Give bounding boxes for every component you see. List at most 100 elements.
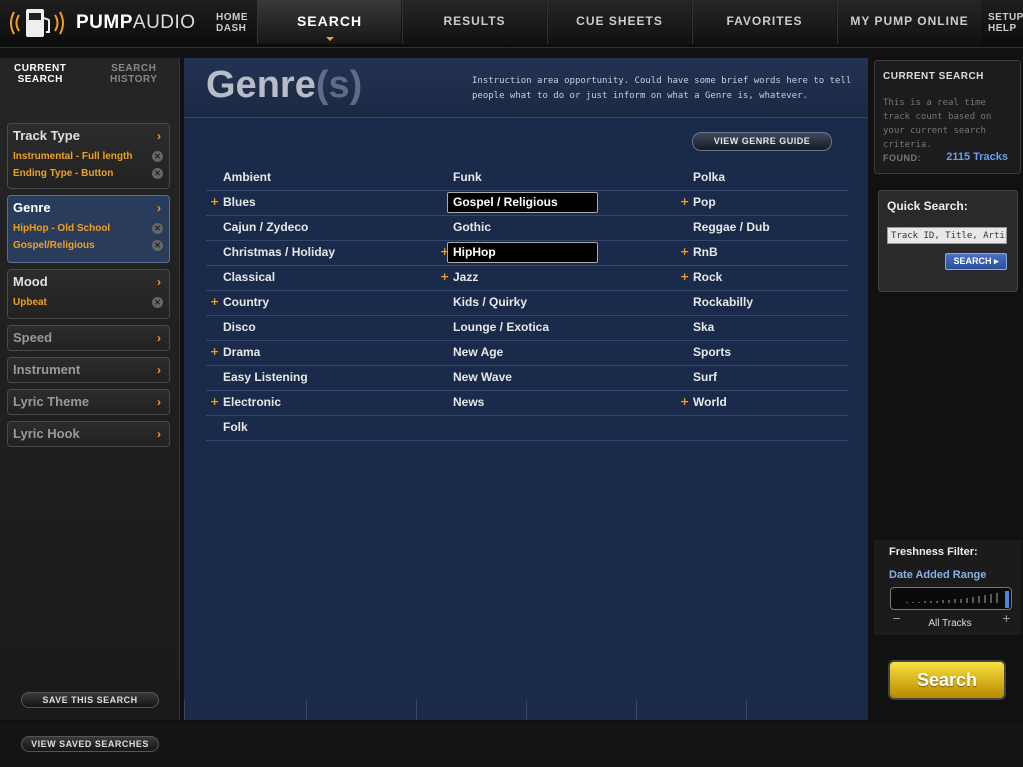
genre-option[interactable]: + Pop	[676, 191, 890, 215]
genre-label[interactable]: Lounge / Exotica	[453, 320, 549, 334]
tab-my-pump-online[interactable]: MY PUMP ONLINE	[837, 0, 981, 44]
category-lyric-hook[interactable]: Lyric Hook ›	[7, 421, 170, 447]
genre-option[interactable]: Kids / Quirky	[436, 291, 650, 315]
remove-icon[interactable]: ✕	[152, 168, 163, 179]
genre-option[interactable]: + Electronic	[206, 391, 420, 415]
slider-handle[interactable]	[1005, 591, 1009, 608]
expand-plus-icon[interactable]: +	[680, 195, 689, 208]
genre-label[interactable]: Reggae / Dub	[693, 220, 770, 234]
genre-option[interactable]: + Drama	[206, 341, 420, 365]
brand-logo[interactable]: PUMPAUDIO	[6, 6, 196, 40]
genre-option[interactable]: Funk	[436, 166, 650, 190]
tab-cue-sheets[interactable]: CUE SHEETS	[547, 0, 691, 44]
expand-plus-icon[interactable]: +	[680, 395, 689, 408]
genre-option[interactable]: New Wave	[436, 366, 650, 390]
category-speed[interactable]: Speed ›	[7, 325, 170, 351]
genre-option[interactable]: + RnB	[676, 241, 890, 265]
view-genre-guide-button[interactable]: VIEW GENRE GUIDE	[692, 132, 832, 151]
genre-label[interactable]: Gothic	[453, 220, 491, 234]
genre-option[interactable]: + Jazz	[436, 266, 650, 290]
genre-label[interactable]: World	[693, 395, 727, 409]
quick-search-button[interactable]: SEARCH ▸	[945, 253, 1007, 270]
tab-search-history[interactable]: SEARCH HISTORY	[110, 63, 157, 85]
expand-plus-icon[interactable]: +	[440, 270, 449, 283]
genre-label[interactable]: Blues	[223, 195, 256, 209]
remove-icon[interactable]: ✕	[152, 297, 163, 308]
genre-label[interactable]: Ska	[693, 320, 714, 334]
genre-label[interactable]: Jazz	[453, 270, 478, 284]
tab-favorites[interactable]: FAVORITES	[692, 0, 836, 44]
genre-label[interactable]: HipHop	[447, 242, 598, 263]
genre-option[interactable]: Ambient	[206, 166, 420, 190]
genre-label[interactable]: Gospel / Religious	[447, 192, 598, 213]
view-saved-searches-button[interactable]: VIEW SAVED SEARCHES	[21, 736, 159, 752]
genre-option[interactable]: Cajun / Zydeco	[206, 216, 420, 240]
save-search-button[interactable]: SAVE THIS SEARCH	[21, 692, 159, 708]
genre-label[interactable]: Drama	[223, 345, 260, 359]
category-instrument[interactable]: Instrument ›	[7, 357, 170, 383]
genre-label[interactable]: Kids / Quirky	[453, 295, 527, 309]
genre-label[interactable]: Polka	[693, 170, 725, 184]
expand-plus-icon[interactable]: +	[210, 345, 219, 358]
setup-help-link[interactable]: SETUP HELP	[988, 12, 1023, 34]
genre-option[interactable]: + HipHop	[436, 241, 650, 265]
expand-plus-icon[interactable]: +	[210, 195, 219, 208]
genre-option[interactable]: + Blues	[206, 191, 420, 215]
genre-option[interactable]: Easy Listening	[206, 366, 420, 390]
genre-option[interactable]: Ska	[676, 316, 890, 340]
genre-label[interactable]: RnB	[693, 245, 718, 259]
genre-option[interactable]: + Country	[206, 291, 420, 315]
genre-label[interactable]: Classical	[223, 270, 275, 284]
genre-label[interactable]: Sports	[693, 345, 731, 359]
category-header[interactable]: Lyric Theme ›	[8, 390, 169, 414]
genre-label[interactable]: New Wave	[453, 370, 512, 384]
genre-option[interactable]: Disco	[206, 316, 420, 340]
category-header[interactable]: Mood ›	[8, 270, 169, 294]
quick-search-input[interactable]	[887, 227, 1007, 244]
category-header[interactable]: Genre ›	[8, 196, 169, 220]
genre-option[interactable]: Gospel / Religious	[436, 191, 650, 215]
genre-label[interactable]: News	[453, 395, 484, 409]
genre-option[interactable]: New Age	[436, 341, 650, 365]
tab-current-search[interactable]: CURRENT SEARCH	[14, 63, 66, 85]
expand-plus-icon[interactable]: +	[680, 270, 689, 283]
genre-option[interactable]: Christmas / Holiday	[206, 241, 420, 265]
expand-plus-icon[interactable]: +	[210, 395, 219, 408]
genre-option[interactable]: + World	[676, 391, 890, 415]
genre-label[interactable]: Christmas / Holiday	[223, 245, 335, 259]
genre-option[interactable]: Classical	[206, 266, 420, 290]
remove-icon[interactable]: ✕	[152, 223, 163, 234]
genre-option[interactable]: Lounge / Exotica	[436, 316, 650, 340]
date-range-slider[interactable]	[890, 587, 1012, 610]
tab-results[interactable]: RESULTS	[402, 0, 546, 44]
category-lyric-theme[interactable]: Lyric Theme ›	[7, 389, 170, 415]
genre-label[interactable]: Ambient	[223, 170, 271, 184]
genre-label[interactable]: Electronic	[223, 395, 281, 409]
genre-label[interactable]: Pop	[693, 195, 716, 209]
category-header[interactable]: Instrument ›	[8, 358, 169, 382]
genre-option[interactable]: Surf	[676, 366, 890, 390]
genre-option[interactable]: Reggae / Dub	[676, 216, 890, 240]
expand-plus-icon[interactable]: +	[210, 295, 219, 308]
genre-label[interactable]: Country	[223, 295, 269, 309]
genre-option[interactable]: Folk	[206, 416, 420, 440]
genre-label[interactable]: Rockabilly	[693, 295, 753, 309]
search-button[interactable]: Search	[888, 660, 1006, 700]
category-header[interactable]: Lyric Hook ›	[8, 422, 169, 446]
genre-option[interactable]: + Rock	[676, 266, 890, 290]
genre-option[interactable]: News	[436, 391, 650, 415]
tab-search[interactable]: SEARCH	[257, 0, 401, 44]
genre-label[interactable]: Folk	[223, 420, 248, 434]
home-dash-link[interactable]: HOME DASH	[216, 12, 248, 34]
genre-label[interactable]: Rock	[693, 270, 722, 284]
genre-option[interactable]: Gothic	[436, 216, 650, 240]
genre-label[interactable]: Funk	[453, 170, 482, 184]
genre-option[interactable]: Sports	[676, 341, 890, 365]
remove-icon[interactable]: ✕	[152, 151, 163, 162]
genre-option[interactable]: Rockabilly	[676, 291, 890, 315]
genre-label[interactable]: Surf	[693, 370, 717, 384]
remove-icon[interactable]: ✕	[152, 240, 163, 251]
genre-label[interactable]: Easy Listening	[223, 370, 308, 384]
expand-plus-icon[interactable]: +	[680, 245, 689, 258]
genre-label[interactable]: Disco	[223, 320, 256, 334]
